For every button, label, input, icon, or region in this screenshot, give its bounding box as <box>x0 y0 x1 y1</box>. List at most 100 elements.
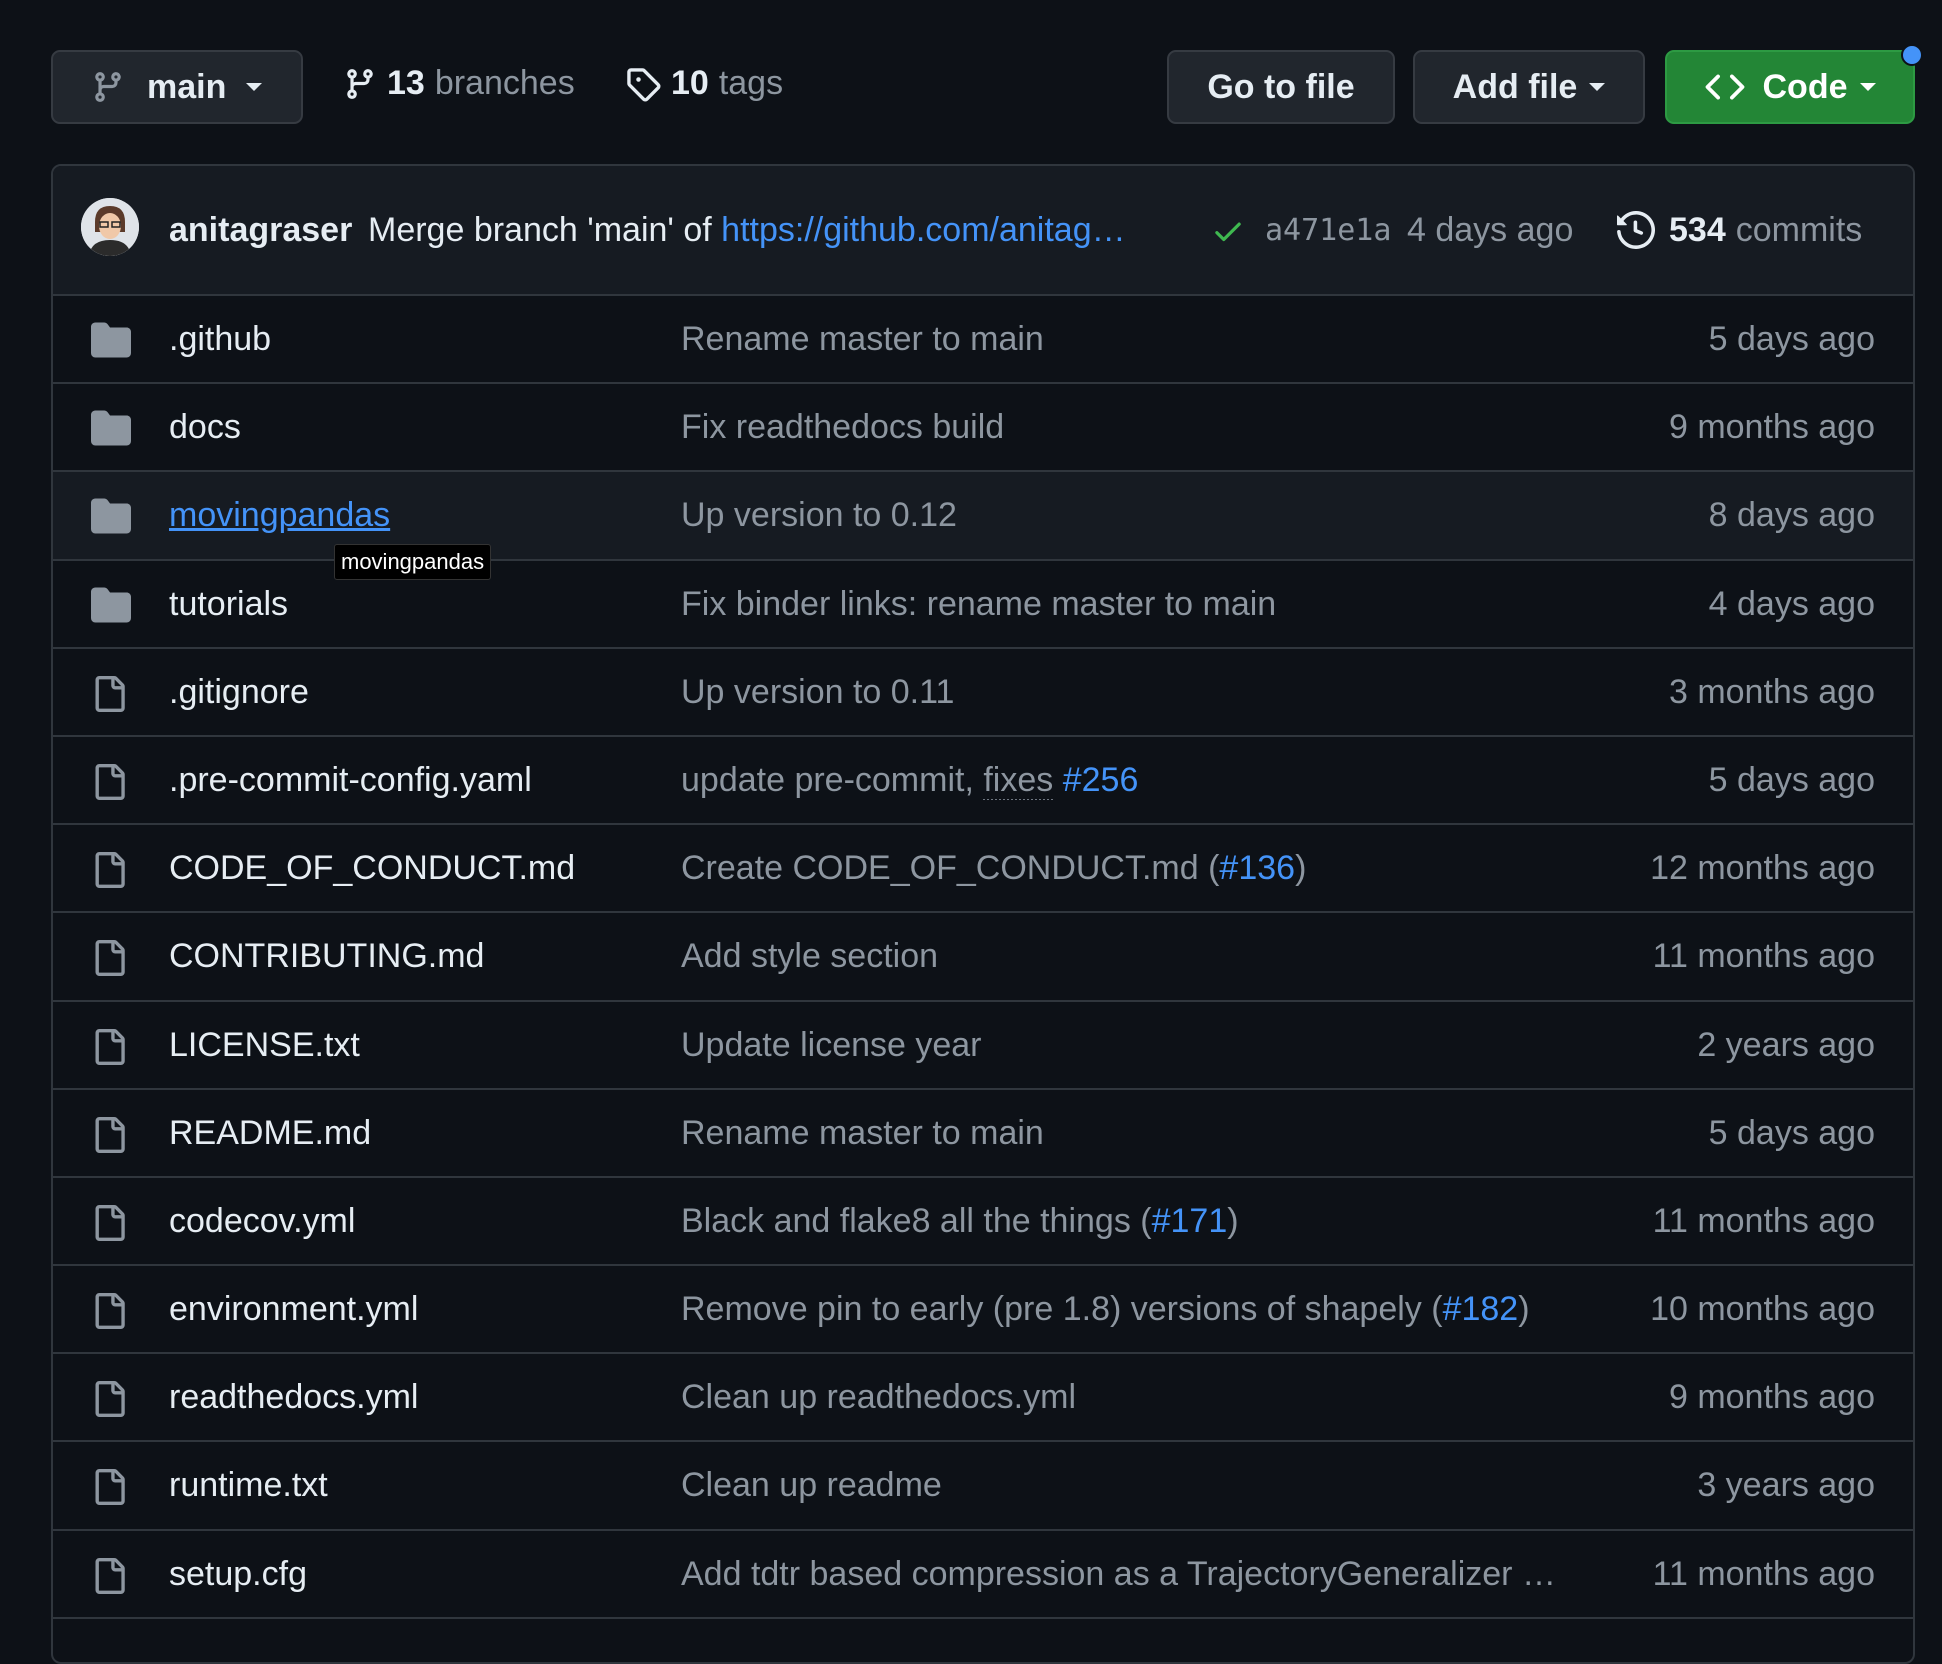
commit-message-text: Rename master to main <box>681 1113 1044 1152</box>
folder-icon <box>91 498 131 543</box>
file-row[interactable]: readthedocs.yml Clean up readthedocs.yml 9… <box>53 1354 1913 1443</box>
file-icon <box>91 763 127 810</box>
commit-age: 5 days ago <box>1708 1113 1875 1152</box>
commit-author[interactable]: anitagraser <box>169 211 352 250</box>
commit-age: 9 months ago <box>1668 1378 1875 1417</box>
pull-request-link[interactable]: #256 <box>1063 761 1139 799</box>
commit-age: 11 months ago <box>1652 1201 1875 1240</box>
tooltip: movingpandas <box>334 544 492 580</box>
commit-message-link[interactable]: Add style section <box>681 937 938 976</box>
file-browser: anitagraser Merge branch 'main' of https… <box>51 164 1915 1664</box>
latest-commit-bar: anitagraser Merge branch 'main' of https… <box>53 166 1913 296</box>
file-row[interactable]: .github Rename master to main 5 days ago <box>53 296 1913 385</box>
file-name-link[interactable]: .pre-commit-config.yaml <box>169 761 532 800</box>
file-name-link[interactable]: README.md <box>169 1114 371 1153</box>
check-icon[interactable] <box>1211 214 1245 248</box>
code-button[interactable]: Code <box>1665 44 1923 124</box>
file-row[interactable]: tutorials Fix binder links: rename master… <box>53 561 1913 649</box>
commit-message-link[interactable]: update pre-commit, fixes #256 <box>681 760 1139 800</box>
commit-time: 4 days ago <box>1407 210 1574 249</box>
commit-message-link[interactable]: Rename master to main <box>681 1114 1044 1153</box>
commit-message-link[interactable]: Update license year <box>681 1026 982 1065</box>
file-row[interactable]: LICENSE.txt Update license year 2 years ag… <box>53 1002 1913 1090</box>
chevron-down-icon <box>246 83 263 91</box>
file-icon <box>91 939 127 986</box>
file-row[interactable]: CONTRIBUTING.md Add style section 11 month… <box>53 913 1913 1002</box>
file-name-link[interactable]: runtime.txt <box>169 1466 328 1505</box>
file-name-link[interactable]: CONTRIBUTING.md <box>169 937 484 976</box>
commit-age: 12 months ago <box>1650 849 1875 888</box>
commit-message-end: ) <box>1518 1290 1530 1329</box>
commit-message-text: Fix readthedocs build <box>681 408 1005 447</box>
commit-message-link[interactable]: Up version to 0.11 <box>681 673 954 712</box>
file-name-link[interactable]: .github <box>169 320 271 359</box>
commit-message-end: ) <box>1227 1201 1239 1240</box>
file-icon <box>91 1292 127 1339</box>
commit-message-text: Black and flake8 all the things ( <box>681 1201 1152 1240</box>
commit-age: 4 days ago <box>1708 584 1875 623</box>
commit-message-text: Fix binder links: rename master to main <box>681 584 1277 623</box>
commit-message-link[interactable]: Fix readthedocs build <box>681 408 1004 447</box>
repo-toolbar: main 13 branches 10 tags Go to file Add … <box>51 44 1923 126</box>
pull-request-link[interactable]: #136 <box>1219 849 1295 887</box>
commit-message-link[interactable]: Black and flake8 all the things (#171) <box>681 1202 1239 1241</box>
file-name-link[interactable]: setup.cfg <box>169 1555 307 1594</box>
pull-request-link[interactable]: #171 <box>1152 1202 1228 1240</box>
commit-message-text: Add tdtr based compression as a Trajecto… <box>681 1554 1556 1593</box>
file-icon <box>91 1557 127 1604</box>
history-icon <box>1617 211 1655 249</box>
commit-message-link[interactable]: Fix binder links: rename master to main <box>681 585 1276 624</box>
pull-request-link[interactable]: #182 <box>1443 1290 1519 1328</box>
commit-message-text: Up version to 0.11 <box>681 672 955 711</box>
branch-select-button[interactable]: main <box>51 50 303 124</box>
file-row[interactable]: runtime.txt Clean up readme 3 years ago <box>53 1442 1913 1531</box>
file-name-link[interactable]: codecov.yml <box>169 1202 355 1241</box>
folder-icon <box>91 410 131 455</box>
file-icon <box>91 1116 127 1163</box>
file-row[interactable]: README.md Rename master to main 5 days ago <box>53 1090 1913 1178</box>
file-icon <box>91 1468 127 1515</box>
file-row[interactable]: setup.cfg Add tdtr based compression as a… <box>53 1531 1913 1619</box>
commits-history-link[interactable]: 534 commits <box>1617 211 1862 250</box>
avatar[interactable] <box>81 198 139 256</box>
commit-age: 8 days ago <box>1708 496 1875 535</box>
commit-message-link[interactable]: Remove pin to early (pre 1.8) versions o… <box>681 1290 1530 1329</box>
file-row[interactable]: docs Fix readthedocs build 9 months ago <box>53 384 1913 473</box>
commit-message-link[interactable]: Create CODE_OF_CONDUCT.md (#136) <box>681 849 1306 888</box>
branch-icon <box>347 68 373 99</box>
commit-message[interactable]: Merge branch 'main' of https://github.co… <box>368 211 1126 250</box>
commit-message-link[interactable]: Add tdtr based compression as a Trajecto… <box>681 1555 1556 1594</box>
commit-age: 10 months ago <box>1650 1290 1875 1329</box>
commit-message-text: Up version to 0.12 <box>681 496 957 535</box>
file-name-link[interactable]: readthedocs.yml <box>169 1378 418 1417</box>
file-row[interactable]: .gitignore Up version to 0.11 3 months ago <box>53 649 1913 737</box>
file-name-link[interactable]: CODE_OF_CONDUCT.md <box>169 849 575 888</box>
tags-link[interactable]: 10 tags <box>625 64 783 103</box>
commit-sha[interactable]: a471e1a <box>1265 213 1391 248</box>
commit-message-link[interactable]: Clean up readme <box>681 1466 942 1505</box>
commit-message-link[interactable]: Up version to 0.12 <box>681 496 957 535</box>
file-name-link[interactable]: .gitignore <box>169 673 309 712</box>
add-file-label: Add file <box>1452 67 1578 106</box>
file-row[interactable]: CODE_OF_CONDUCT.md Create CODE_OF_CONDUCT… <box>53 825 1913 914</box>
add-file-button[interactable]: Add file <box>1413 50 1645 124</box>
tags-count: 10 <box>671 64 709 102</box>
file-row[interactable]: environment.yml Remove pin to early (pre … <box>53 1266 1913 1355</box>
commit-message-link[interactable]: Clean up readthedocs.yml <box>681 1378 1076 1417</box>
file-icon <box>91 1028 127 1075</box>
file-name-link[interactable]: environment.yml <box>169 1290 418 1329</box>
commit-message-link[interactable]: https://github.com/anitag… <box>721 211 1125 249</box>
chevron-down-icon <box>1589 83 1606 91</box>
code-icon <box>1705 74 1744 100</box>
file-name-link[interactable]: LICENSE.txt <box>169 1026 360 1065</box>
commit-message-text: Merge branch 'main' of <box>368 210 722 249</box>
commit-message-link[interactable]: Rename master to main <box>681 320 1044 359</box>
branches-link[interactable]: 13 branches <box>343 64 575 103</box>
file-name-link[interactable]: tutorials <box>169 585 288 624</box>
file-row[interactable]: movingpandas Up version to 0.12 8 days ago <box>53 472 1913 561</box>
file-name-link[interactable]: docs <box>169 408 241 447</box>
file-row[interactable]: .pre-commit-config.yaml update pre-commit… <box>53 737 1913 826</box>
file-row[interactable]: codecov.yml Black and flake8 all the thin… <box>53 1178 1913 1267</box>
file-name-link[interactable]: movingpandas <box>169 496 390 535</box>
go-to-file-button[interactable]: Go to file <box>1167 50 1395 124</box>
